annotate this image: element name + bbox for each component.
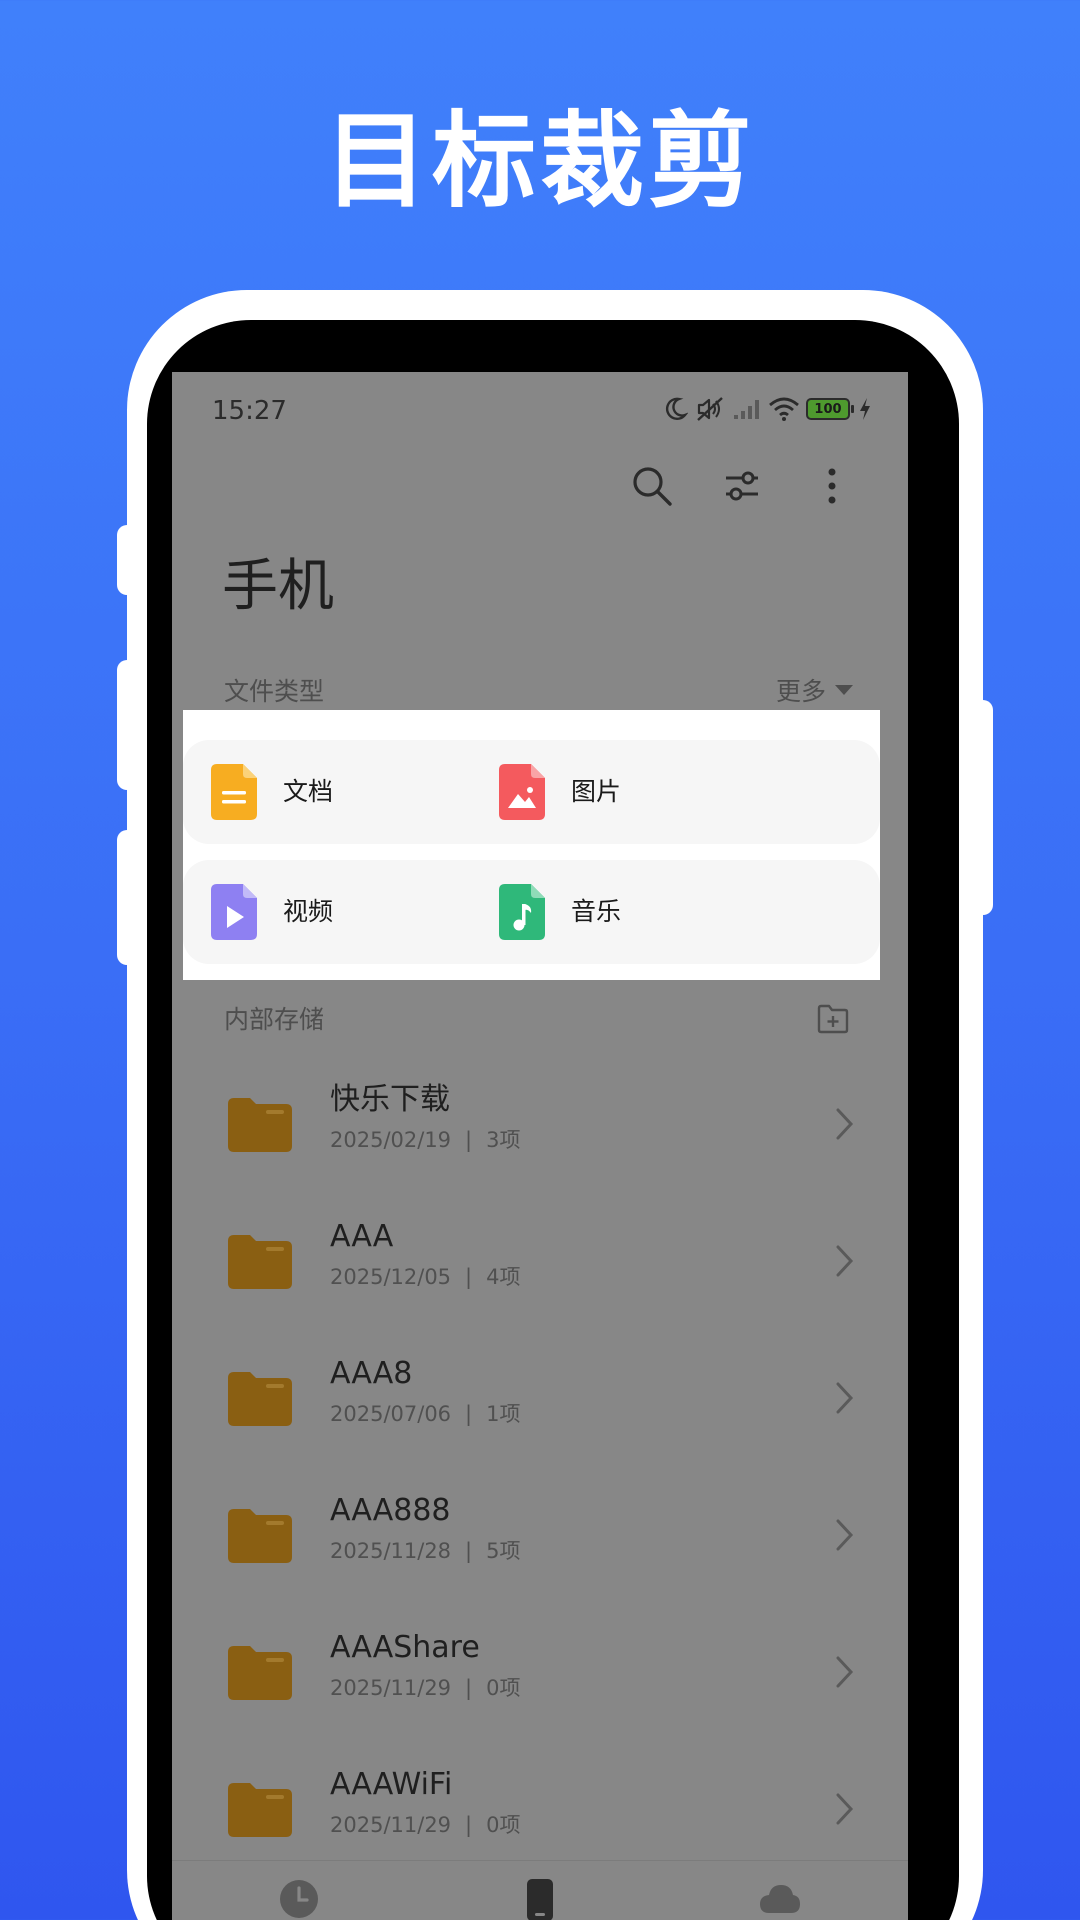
folder-date: 2025/12/05: [330, 1265, 452, 1289]
folder-separator: |: [465, 1813, 473, 1837]
phone-screen: 15:27 100 手机 文件类型 更多 文档 图片 视频 音乐 内部存储 快乐…: [172, 372, 908, 1920]
file-type-label: 音乐: [571, 897, 622, 926]
folder-row[interactable]: AAAShare 2025/11/29 | 0项: [172, 1610, 908, 1747]
cloud-icon[interactable]: [758, 1877, 802, 1920]
folder-name: AAA8: [330, 1356, 413, 1391]
folder-icon: [228, 1509, 292, 1563]
file-type-video[interactable]: 视频: [183, 860, 519, 964]
folder-count: 3项: [486, 1128, 521, 1152]
folder-name: 快乐下载: [330, 1082, 450, 1117]
folder-date: 2025/11/28: [330, 1539, 452, 1563]
side-button-right: [973, 700, 993, 915]
status-icons: 100: [662, 394, 872, 424]
folder-meta: 2025/07/06 | 1项: [330, 1400, 521, 1428]
folder-date: 2025/11/29: [330, 1813, 452, 1837]
filter-button[interactable]: [712, 456, 772, 516]
folder-count: 0项: [486, 1676, 521, 1700]
folder-count: 0项: [486, 1813, 521, 1837]
side-button-left-top: [117, 525, 137, 595]
wifi-icon: [769, 397, 799, 421]
search-button[interactable]: [622, 456, 682, 516]
folder-count: 5项: [486, 1539, 521, 1563]
folder-icon: [228, 1783, 292, 1837]
more-label: 更多: [775, 677, 826, 706]
folder-name: AAAWiFi: [330, 1767, 453, 1802]
file-type-label: 视频: [283, 897, 334, 926]
signal-icon: [734, 400, 759, 419]
folder-meta: 2025/02/19 | 3项: [330, 1126, 521, 1154]
internal-storage-label: 内部存储: [224, 1005, 325, 1034]
chevron-right-icon: [836, 1793, 854, 1825]
phone-storage-icon[interactable]: [518, 1877, 562, 1920]
folder-separator: |: [465, 1128, 473, 1152]
folder-meta: 2025/11/29 | 0项: [330, 1811, 521, 1839]
folder-meta: 2025/12/05 | 4项: [330, 1263, 521, 1291]
folder-date: 2025/07/06: [330, 1402, 452, 1426]
more-options-button[interactable]: [802, 456, 862, 516]
folder-icon: [228, 1098, 292, 1152]
crop-highlight-panel: 文档 图片 视频 音乐: [183, 710, 880, 980]
folder-separator: |: [465, 1402, 473, 1426]
file-type-label: 文档: [283, 777, 334, 806]
charging-icon: [860, 398, 870, 420]
search-icon: [633, 467, 672, 506]
more-button[interactable]: 更多: [776, 672, 854, 708]
chevron-right-icon: [836, 1245, 854, 1277]
folder-row[interactable]: AAA8 2025/07/06 | 1项: [172, 1336, 908, 1473]
side-button-left-bottom: [117, 830, 137, 965]
folder-date: 2025/11/29: [330, 1676, 452, 1700]
more-vertical-icon: [828, 468, 836, 504]
folder-count: 4项: [486, 1265, 521, 1289]
folder-name: AAA: [330, 1219, 394, 1254]
chevron-right-icon: [836, 1519, 854, 1551]
file-type-label: 图片: [571, 777, 622, 806]
bottom-nav: [172, 1860, 908, 1920]
folder-row[interactable]: 快乐下载 2025/02/19 | 3项: [172, 1062, 908, 1199]
folder-icon: [228, 1235, 292, 1289]
folder-icon: [228, 1372, 292, 1426]
chevron-right-icon: [836, 1108, 854, 1140]
document-icon: [211, 764, 257, 820]
battery-icon: 100: [806, 398, 854, 420]
file-types-label: 文件类型: [224, 677, 325, 706]
folder-separator: |: [465, 1539, 473, 1563]
folder-row[interactable]: AAA888 2025/11/28 | 5项: [172, 1473, 908, 1610]
recent-icon[interactable]: [277, 1877, 321, 1920]
folder-separator: |: [465, 1676, 473, 1700]
mute-icon: [697, 397, 723, 421]
status-bar: 15:27 100: [172, 372, 908, 442]
file-type-document[interactable]: 文档: [183, 740, 519, 844]
folder-count: 1项: [486, 1402, 521, 1426]
page-title: 手机: [222, 554, 334, 619]
image-icon: [499, 764, 545, 820]
moon-icon: [665, 397, 688, 420]
video-icon: [211, 884, 257, 940]
chevron-right-icon: [836, 1382, 854, 1414]
folder-separator: |: [465, 1265, 473, 1289]
folder-meta: 2025/11/29 | 0项: [330, 1674, 521, 1702]
folder-icon: [228, 1646, 292, 1700]
headline: 目标裁剪: [323, 100, 756, 222]
chevron-right-icon: [836, 1656, 854, 1688]
folder-name: AAAShare: [330, 1630, 480, 1665]
filter-icon: [726, 471, 758, 501]
folder-name: AAA888: [330, 1493, 451, 1528]
music-icon: [499, 884, 545, 940]
file-type-image[interactable]: 图片: [471, 740, 880, 844]
folder-date: 2025/02/19: [330, 1128, 452, 1152]
folder-row[interactable]: AAA 2025/12/05 | 4项: [172, 1199, 908, 1336]
file-type-music[interactable]: 音乐: [471, 860, 880, 964]
caret-down-icon: [835, 685, 853, 695]
new-folder-icon[interactable]: [816, 1004, 850, 1034]
folder-meta: 2025/11/28 | 5项: [330, 1537, 521, 1565]
status-time: 15:27: [212, 396, 287, 426]
side-button-left-mid: [117, 660, 137, 790]
